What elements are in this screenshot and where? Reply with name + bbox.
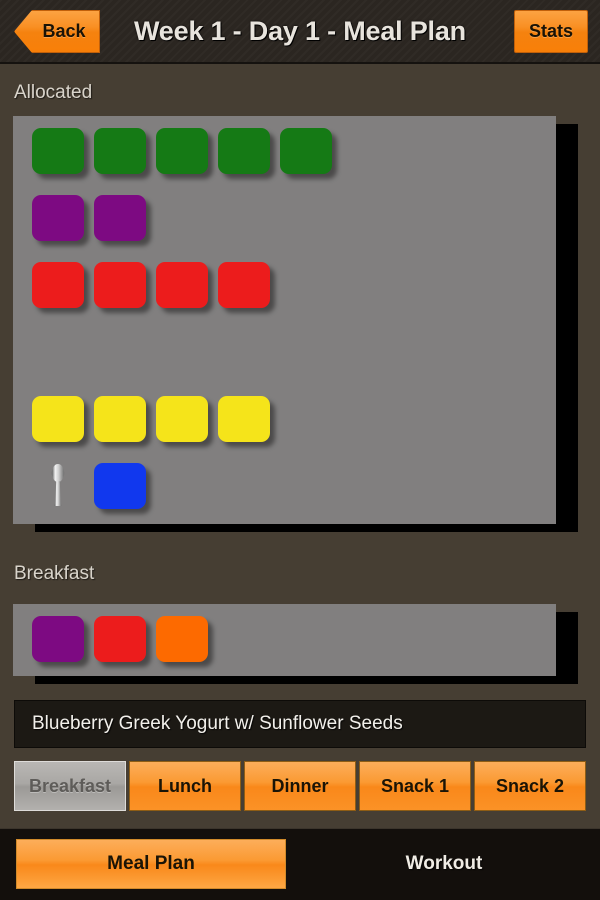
teaspoon-marker: [32, 463, 84, 509]
back-button[interactable]: Back: [14, 10, 100, 53]
bottom-navigation: Meal Plan Workout: [0, 828, 600, 900]
meal-tab-snack-1[interactable]: Snack 1: [359, 761, 471, 811]
allocated-tile[interactable]: [32, 396, 84, 442]
breakfast-tile[interactable]: [94, 616, 146, 662]
allocated-tile[interactable]: [156, 396, 208, 442]
stats-button-label: Stats: [528, 21, 573, 41]
meal-tab-label: Snack 2: [495, 775, 565, 796]
allocated-tile[interactable]: [94, 128, 146, 174]
allocated-tile[interactable]: [218, 262, 270, 308]
allocated-tile[interactable]: [94, 195, 146, 241]
nav-workout-button[interactable]: Workout: [300, 839, 588, 889]
allocated-tile[interactable]: [280, 128, 332, 174]
meal-name-value: Blueberry Greek Yogurt w/ Sunflower Seed…: [32, 713, 403, 734]
allocated-tile[interactable]: [94, 396, 146, 442]
allocated-tile[interactable]: [156, 128, 208, 174]
nav-meal-plan-label: Meal Plan: [107, 853, 195, 874]
allocated-tile[interactable]: [32, 128, 84, 174]
meal-tab-label: Lunch: [158, 775, 212, 796]
allocated-tile[interactable]: [156, 262, 208, 308]
allocated-tile-grid: [13, 116, 556, 524]
app-header: Week 1 - Day 1 - Meal Plan Back Stats: [0, 0, 600, 64]
breakfast-tile[interactable]: [156, 616, 208, 662]
breakfast-panel: [13, 604, 578, 684]
meal-tab-bar: Breakfast Lunch Dinner Snack 1 Snack 2: [14, 761, 586, 811]
nav-workout-label: Workout: [405, 853, 483, 874]
allocated-tile[interactable]: [94, 463, 146, 509]
allocated-tile[interactable]: [94, 262, 146, 308]
allocated-tile[interactable]: [218, 128, 270, 174]
back-button-label: Back: [42, 21, 86, 41]
nav-meal-plan-button[interactable]: Meal Plan: [16, 839, 286, 889]
stats-button[interactable]: Stats: [514, 10, 588, 53]
meal-tab-breakfast[interactable]: Breakfast: [14, 761, 126, 811]
allocated-tile[interactable]: [32, 195, 84, 241]
teaspoon-icon: [51, 464, 65, 506]
breakfast-tile-grid: [13, 604, 556, 676]
meal-tab-dinner[interactable]: Dinner: [244, 761, 356, 811]
meal-tab-label: Breakfast: [28, 775, 112, 796]
meal-tab-lunch[interactable]: Lunch: [129, 761, 241, 811]
meal-tab-label: Dinner: [271, 775, 329, 796]
allocated-panel: [13, 116, 578, 532]
breakfast-section-label: Breakfast: [14, 563, 95, 584]
allocated-tile[interactable]: [32, 262, 84, 308]
allocated-section-label: Allocated: [14, 82, 93, 103]
allocated-tile[interactable]: [218, 396, 270, 442]
meal-tab-label: Snack 1: [380, 775, 450, 796]
meal-tab-snack-2[interactable]: Snack 2: [474, 761, 586, 811]
meal-plan-screen: Week 1 - Day 1 - Meal Plan Back Stats Al…: [0, 0, 600, 900]
meal-name-input[interactable]: Blueberry Greek Yogurt w/ Sunflower Seed…: [14, 700, 586, 748]
breakfast-tile[interactable]: [32, 616, 84, 662]
